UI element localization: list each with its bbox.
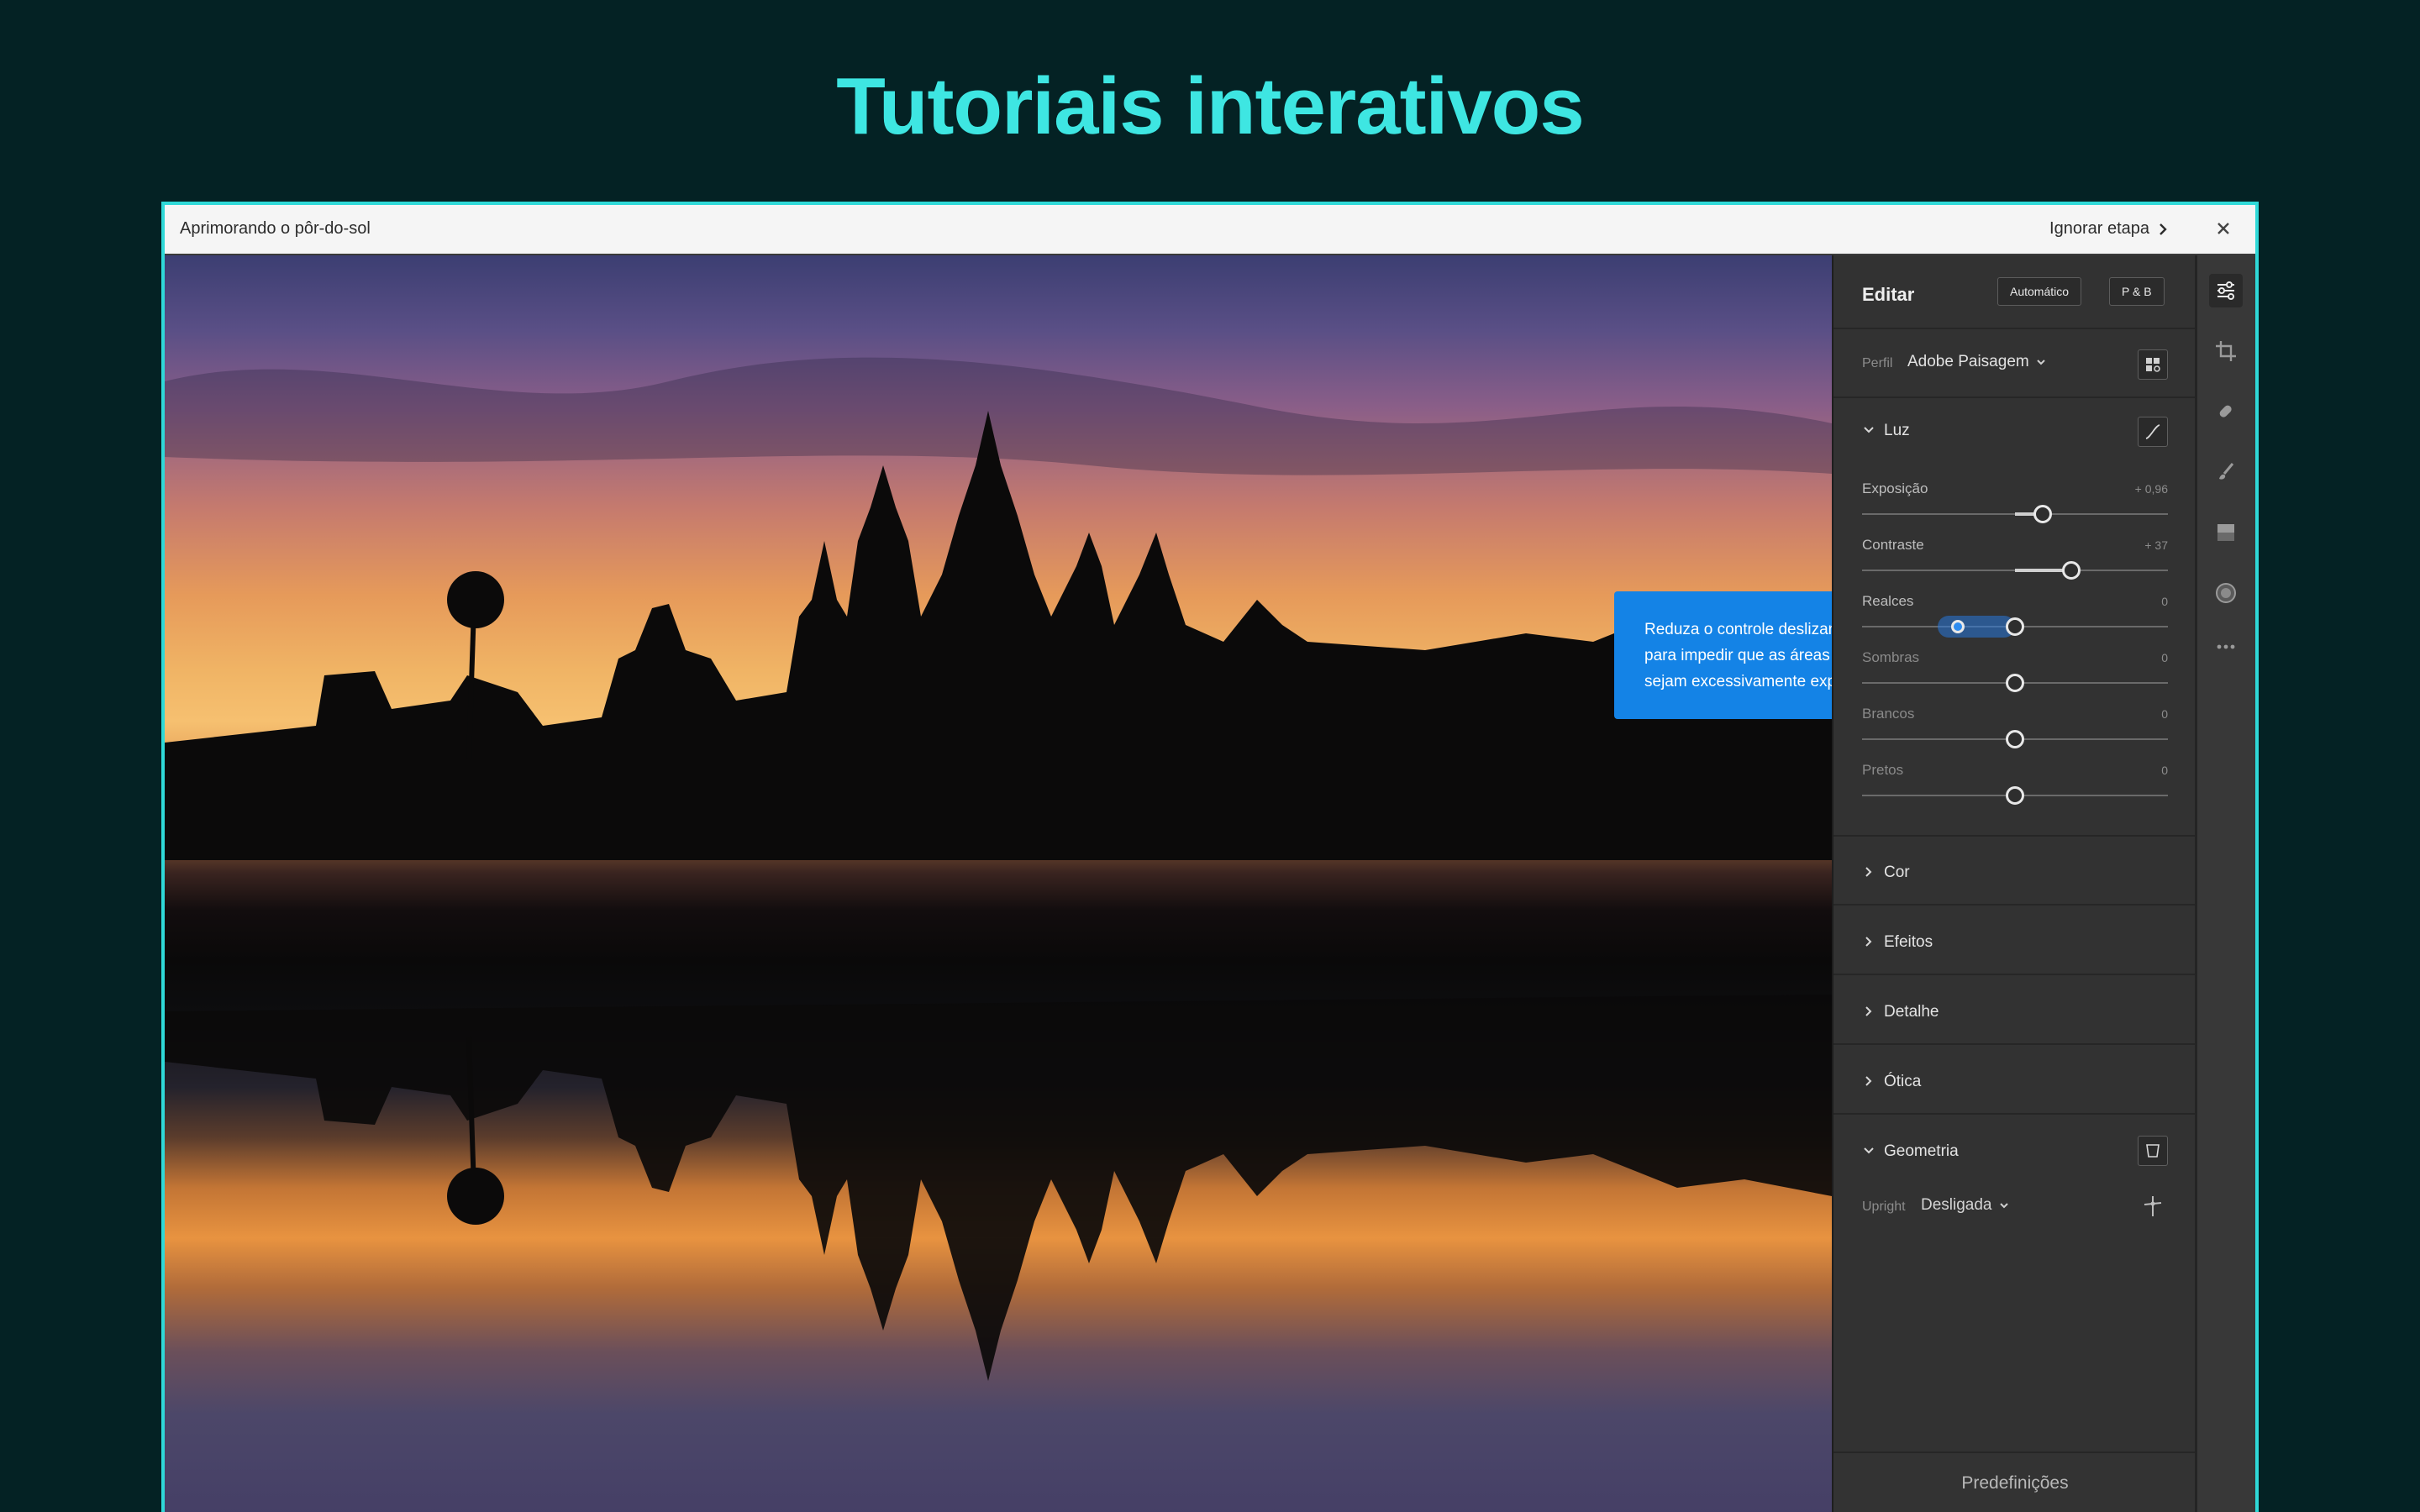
slider-5[interactable]: Pretos 0 xyxy=(1862,762,2168,817)
slider-1[interactable]: Contraste + 37 xyxy=(1862,537,2168,592)
chevron-right-icon xyxy=(2160,223,2167,235)
slider-value: 0 xyxy=(2161,651,2168,664)
upright-dropdown[interactable]: Desligada xyxy=(1921,1196,2009,1215)
geometry-section: Geometria Upright Desligada xyxy=(1833,1117,2196,1252)
slider-value: + 37 xyxy=(2144,538,2168,552)
close-icon[interactable] xyxy=(2212,217,2235,240)
chevron-right-icon xyxy=(1865,937,1872,947)
slider-label: Realces xyxy=(1862,593,1914,609)
slider-value: 0 xyxy=(2161,764,2168,777)
section-label: Ótica xyxy=(1884,1073,1922,1090)
slider-value: 0 xyxy=(2161,595,2168,608)
slider-label: Sombras xyxy=(1862,649,1920,665)
tone-curve-button[interactable] xyxy=(2138,417,2168,447)
edit-sliders-icon[interactable] xyxy=(2209,274,2243,307)
chevron-right-icon xyxy=(1865,867,1872,877)
chevron-right-icon xyxy=(1865,1076,1872,1086)
palm-reflection-crown xyxy=(447,1168,504,1225)
slider-thumb[interactable] xyxy=(2006,786,2024,805)
slider-0[interactable]: Exposição + 0,96 xyxy=(1862,480,2168,536)
slider-value: 0 xyxy=(2161,707,2168,721)
slider-thumb[interactable] xyxy=(2033,505,2052,523)
slider-4[interactable]: Brancos 0 xyxy=(1862,706,2168,761)
slider-label: Contraste xyxy=(1862,537,1924,553)
tutorial-window: Aprimorando o pôr-do-sol Ignorar etapa R… xyxy=(161,202,2259,1512)
slider-thumb[interactable] xyxy=(2062,561,2081,580)
grid-icon xyxy=(2146,358,2160,372)
bw-button[interactable]: P & B xyxy=(2109,277,2165,306)
chevron-down-icon xyxy=(1864,427,1874,433)
section-detail[interactable]: Detalhe xyxy=(1833,978,2196,1045)
slider-guide-target xyxy=(1938,616,2015,638)
light-section: Luz Exposição + 0,96 Contraste + 37 Realces 0… xyxy=(1833,400,2196,837)
panel-header: Editar Automático P & B xyxy=(1833,255,2196,329)
light-section-label: Luz xyxy=(1884,422,1910,439)
geometry-section-header[interactable]: Geometria xyxy=(1833,1117,2136,1184)
panel-title: Editar xyxy=(1862,284,1915,305)
slider-value: + 0,96 xyxy=(2134,482,2168,496)
section-label: Cor xyxy=(1884,864,1910,881)
window-title: Aprimorando o pôr-do-sol xyxy=(180,219,371,238)
chevron-down-icon xyxy=(2037,360,2045,365)
geometry-section-label: Geometria xyxy=(1884,1142,1959,1160)
slider-guide-dot xyxy=(1951,620,1965,633)
more-icon[interactable] xyxy=(2209,630,2243,664)
profile-browser-button[interactable] xyxy=(2138,349,2168,380)
tone-curve-icon xyxy=(2145,424,2160,439)
section-label: Efeitos xyxy=(1884,933,1933,951)
chevron-right-icon xyxy=(1865,1006,1872,1016)
transform-icon xyxy=(2146,1144,2160,1158)
slider-label: Brancos xyxy=(1862,706,1915,722)
tool-rail xyxy=(2195,255,2255,1512)
profile-dropdown[interactable]: Adobe Paisagem xyxy=(1907,353,2046,371)
highlights-hint-bubble: Reduza o controle deslizante Realces par… xyxy=(1614,591,1832,719)
shore-band xyxy=(165,776,1832,860)
window-titlebar: Aprimorando o pôr-do-sol Ignorar etapa xyxy=(165,205,2255,255)
section-color[interactable]: Cor xyxy=(1833,838,2196,906)
section-label: Detalhe xyxy=(1884,1003,1939,1021)
photo-canvas: Reduza o controle deslizante Realces par… xyxy=(165,255,1832,1512)
presets-button[interactable]: Predefinições xyxy=(1833,1452,2196,1512)
skip-step-label: Ignorar etapa xyxy=(2049,219,2149,238)
section-optics[interactable]: Ótica xyxy=(1833,1047,2196,1115)
slider-label: Pretos xyxy=(1862,762,1904,778)
slider-3[interactable]: Sombras 0 xyxy=(1862,649,2168,705)
light-section-header[interactable]: Luz xyxy=(1833,400,2136,459)
slider-thumb[interactable] xyxy=(2006,674,2024,692)
brush-icon[interactable] xyxy=(2209,455,2243,489)
profile-value: Adobe Paisagem xyxy=(1907,353,2029,370)
temple-reflection xyxy=(165,995,1832,1381)
upright-value: Desligada xyxy=(1921,1196,1992,1214)
slider-thumb[interactable] xyxy=(2006,617,2024,636)
chevron-down-icon xyxy=(1999,1203,2008,1209)
profile-row: Perfil Adobe Paisagem xyxy=(1833,331,2196,398)
temple-silhouette xyxy=(165,357,1832,1381)
hero-title: Tutoriais interativos xyxy=(836,61,1584,151)
guided-upright-icon[interactable] xyxy=(2139,1193,2166,1220)
upright-label: Upright xyxy=(1862,1200,1906,1214)
profile-label: Perfil xyxy=(1862,356,1893,370)
linear-gradient-icon[interactable] xyxy=(2209,516,2243,549)
geometry-guided-button[interactable] xyxy=(2138,1136,2168,1166)
section-effects[interactable]: Efeitos xyxy=(1833,908,2196,975)
chevron-down-icon xyxy=(1864,1147,1874,1154)
slider-thumb[interactable] xyxy=(2006,730,2024,748)
healing-icon[interactable] xyxy=(2209,395,2243,428)
slider-label: Exposição xyxy=(1862,480,1928,496)
palm-crown xyxy=(447,571,504,628)
auto-button[interactable]: Automático xyxy=(1997,277,2082,306)
radial-gradient-icon[interactable] xyxy=(2209,576,2243,610)
edit-panel: Editar Automático P & B Perfil Adobe Pai… xyxy=(1832,255,2196,1512)
skip-step-button[interactable]: Ignorar etapa xyxy=(2049,219,2168,239)
slider-2[interactable]: Realces 0 xyxy=(1862,593,2168,648)
crop-icon[interactable] xyxy=(2209,334,2243,368)
